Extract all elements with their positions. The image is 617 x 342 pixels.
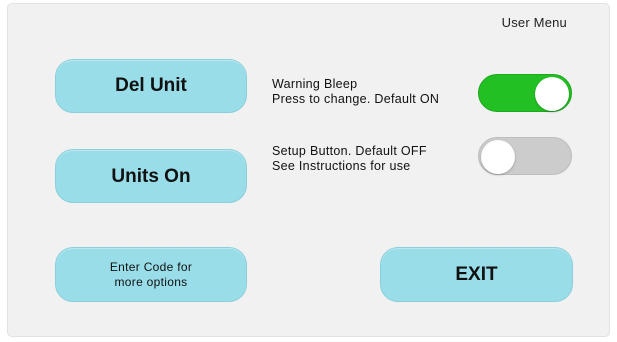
warning-bleep-toggle[interactable] <box>478 74 572 112</box>
toggle-knob <box>535 77 569 111</box>
setup-button-label: Setup Button. Default OFF <box>272 144 427 158</box>
toggle-knob <box>481 140 515 174</box>
warning-bleep-description: Warning Bleep Press to change. Default O… <box>272 77 439 107</box>
menu-title: User Menu <box>501 15 567 30</box>
setup-button-description: Setup Button. Default OFF See Instructio… <box>272 144 427 174</box>
setup-button-hint: See Instructions for use <box>272 159 411 173</box>
warning-bleep-hint: Press to change. Default ON <box>272 92 440 106</box>
warning-bleep-label: Warning Bleep <box>272 77 358 91</box>
del-unit-button[interactable]: Del Unit <box>55 59 247 113</box>
exit-button[interactable]: EXIT <box>380 247 573 302</box>
user-menu-screen: User Menu Del Unit Units On Enter Code f… <box>8 4 609 336</box>
setup-button-toggle[interactable] <box>478 137 572 175</box>
enter-code-button[interactable]: Enter Code for more options <box>55 247 247 302</box>
units-on-button[interactable]: Units On <box>55 149 247 203</box>
